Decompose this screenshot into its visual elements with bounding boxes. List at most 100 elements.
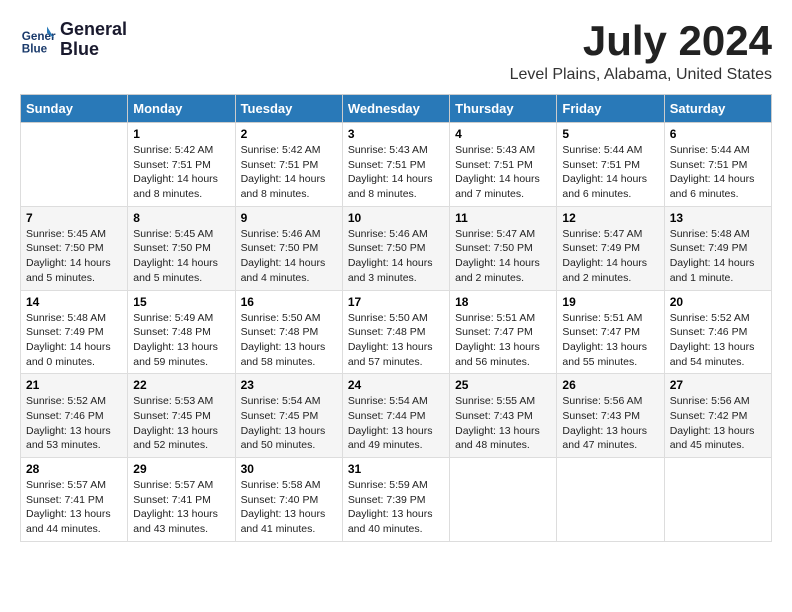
header-day: Monday: [128, 95, 235, 123]
day-number: 22: [133, 378, 229, 392]
day-info: Sunrise: 5:51 AM Sunset: 7:47 PM Dayligh…: [455, 311, 551, 370]
day-info: Sunrise: 5:46 AM Sunset: 7:50 PM Dayligh…: [348, 227, 444, 286]
day-number: 24: [348, 378, 444, 392]
header-day: Friday: [557, 95, 664, 123]
calendar-week-row: 1 Sunrise: 5:42 AM Sunset: 7:51 PM Daylig…: [21, 123, 772, 207]
calendar-cell: 18 Sunrise: 5:51 AM Sunset: 7:47 PM Dayli…: [450, 290, 557, 374]
calendar-cell: 23 Sunrise: 5:54 AM Sunset: 7:45 PM Dayli…: [235, 374, 342, 458]
title-block: July 2024 Level Plains, Alabama, United …: [510, 20, 772, 84]
calendar-cell: 10 Sunrise: 5:46 AM Sunset: 7:50 PM Dayli…: [342, 206, 449, 290]
header-day: Tuesday: [235, 95, 342, 123]
day-info: Sunrise: 5:58 AM Sunset: 7:40 PM Dayligh…: [241, 478, 337, 537]
svg-text:General: General: [22, 30, 56, 43]
day-info: Sunrise: 5:50 AM Sunset: 7:48 PM Dayligh…: [241, 311, 337, 370]
page-header: General Blue General Blue July 2024 Leve…: [20, 20, 772, 84]
logo-icon: General Blue: [20, 22, 56, 58]
day-info: Sunrise: 5:47 AM Sunset: 7:50 PM Dayligh…: [455, 227, 551, 286]
day-info: Sunrise: 5:55 AM Sunset: 7:43 PM Dayligh…: [455, 394, 551, 453]
day-number: 4: [455, 127, 551, 141]
calendar-cell: 21Sunrise: 5:52 AM Sunset: 7:46 PM Dayli…: [21, 374, 128, 458]
month-title: July 2024: [510, 20, 772, 62]
day-number: 9: [241, 211, 337, 225]
day-info: Sunrise: 5:56 AM Sunset: 7:43 PM Dayligh…: [562, 394, 658, 453]
day-info: Sunrise: 5:44 AM Sunset: 7:51 PM Dayligh…: [670, 143, 766, 202]
calendar-cell: 20 Sunrise: 5:52 AM Sunset: 7:46 PM Dayli…: [664, 290, 771, 374]
day-info: Sunrise: 5:43 AM Sunset: 7:51 PM Dayligh…: [455, 143, 551, 202]
day-info: Sunrise: 5:47 AM Sunset: 7:49 PM Dayligh…: [562, 227, 658, 286]
calendar-cell: 8Sunrise: 5:45 AM Sunset: 7:50 PM Daylig…: [128, 206, 235, 290]
day-number: 11: [455, 211, 551, 225]
calendar-cell: 5 Sunrise: 5:44 AM Sunset: 7:51 PM Daylig…: [557, 123, 664, 207]
day-info: Sunrise: 5:49 AM Sunset: 7:48 PM Dayligh…: [133, 311, 229, 370]
day-number: 20: [670, 295, 766, 309]
day-number: 10: [348, 211, 444, 225]
day-number: 14: [26, 295, 122, 309]
day-number: 1: [133, 127, 229, 141]
day-number: 3: [348, 127, 444, 141]
day-number: 8: [133, 211, 229, 225]
calendar-cell: 31 Sunrise: 5:59 AM Sunset: 7:39 PM Dayli…: [342, 458, 449, 542]
day-info: Sunrise: 5:46 AM Sunset: 7:50 PM Dayligh…: [241, 227, 337, 286]
calendar-cell: 15Sunrise: 5:49 AM Sunset: 7:48 PM Dayli…: [128, 290, 235, 374]
day-number: 27: [670, 378, 766, 392]
day-number: 6: [670, 127, 766, 141]
calendar-week-row: 28 Sunrise: 5:57 AM Sunset: 7:41 PM Dayli…: [21, 458, 772, 542]
day-info: Sunrise: 5:48 AM Sunset: 7:49 PM Dayligh…: [670, 227, 766, 286]
calendar-cell: 6 Sunrise: 5:44 AM Sunset: 7:51 PM Daylig…: [664, 123, 771, 207]
logo-text: General Blue: [60, 20, 127, 60]
calendar-cell: 2 Sunrise: 5:42 AM Sunset: 7:51 PM Daylig…: [235, 123, 342, 207]
day-number: 7: [26, 211, 122, 225]
day-info: Sunrise: 5:57 AM Sunset: 7:41 PM Dayligh…: [133, 478, 229, 537]
day-number: 17: [348, 295, 444, 309]
calendar-week-row: 7 Sunrise: 5:45 AM Sunset: 7:50 PM Daylig…: [21, 206, 772, 290]
calendar-cell: 1 Sunrise: 5:42 AM Sunset: 7:51 PM Daylig…: [128, 123, 235, 207]
calendar-cell: 11 Sunrise: 5:47 AM Sunset: 7:50 PM Dayli…: [450, 206, 557, 290]
day-info: Sunrise: 5:44 AM Sunset: 7:51 PM Dayligh…: [562, 143, 658, 202]
header-day: Sunday: [21, 95, 128, 123]
day-info: Sunrise: 5:42 AM Sunset: 7:51 PM Dayligh…: [241, 143, 337, 202]
calendar-cell: 19 Sunrise: 5:51 AM Sunset: 7:47 PM Dayli…: [557, 290, 664, 374]
day-info: Sunrise: 5:48 AM Sunset: 7:49 PM Dayligh…: [26, 311, 122, 370]
day-number: 29: [133, 462, 229, 476]
header-day: Saturday: [664, 95, 771, 123]
day-info: Sunrise: 5:42 AM Sunset: 7:51 PM Dayligh…: [133, 143, 229, 202]
day-info: Sunrise: 5:51 AM Sunset: 7:47 PM Dayligh…: [562, 311, 658, 370]
calendar-cell: 3 Sunrise: 5:43 AM Sunset: 7:51 PM Daylig…: [342, 123, 449, 207]
calendar-cell: 27 Sunrise: 5:56 AM Sunset: 7:42 PM Dayli…: [664, 374, 771, 458]
day-info: Sunrise: 5:54 AM Sunset: 7:44 PM Dayligh…: [348, 394, 444, 453]
day-info: Sunrise: 5:54 AM Sunset: 7:45 PM Dayligh…: [241, 394, 337, 453]
calendar-cell: [664, 458, 771, 542]
calendar-cell: 24 Sunrise: 5:54 AM Sunset: 7:44 PM Dayli…: [342, 374, 449, 458]
day-info: Sunrise: 5:52 AM Sunset: 7:46 PM Dayligh…: [670, 311, 766, 370]
day-number: 19: [562, 295, 658, 309]
day-number: 31: [348, 462, 444, 476]
day-info: Sunrise: 5:50 AM Sunset: 7:48 PM Dayligh…: [348, 311, 444, 370]
day-info: Sunrise: 5:45 AM Sunset: 7:50 PM Dayligh…: [26, 227, 122, 286]
calendar-cell: 28Sunrise: 5:57 AM Sunset: 7:41 PM Dayli…: [21, 458, 128, 542]
calendar-cell: 12 Sunrise: 5:47 AM Sunset: 7:49 PM Dayli…: [557, 206, 664, 290]
day-number: 5: [562, 127, 658, 141]
calendar-cell: 13Sunrise: 5:48 AM Sunset: 7:49 PM Dayli…: [664, 206, 771, 290]
svg-text:Blue: Blue: [22, 42, 48, 55]
day-info: Sunrise: 5:43 AM Sunset: 7:51 PM Dayligh…: [348, 143, 444, 202]
day-info: Sunrise: 5:56 AM Sunset: 7:42 PM Dayligh…: [670, 394, 766, 453]
calendar-cell: [450, 458, 557, 542]
calendar-cell: 14 Sunrise: 5:48 AM Sunset: 7:49 PM Dayli…: [21, 290, 128, 374]
logo: General Blue General Blue: [20, 20, 127, 60]
header-day: Thursday: [450, 95, 557, 123]
day-number: 28: [26, 462, 122, 476]
day-number: 26: [562, 378, 658, 392]
day-number: 23: [241, 378, 337, 392]
calendar-cell: 4 Sunrise: 5:43 AM Sunset: 7:51 PM Daylig…: [450, 123, 557, 207]
calendar-cell: [557, 458, 664, 542]
calendar-cell: 17 Sunrise: 5:50 AM Sunset: 7:48 PM Dayli…: [342, 290, 449, 374]
location: Level Plains, Alabama, United States: [510, 66, 772, 84]
day-number: 18: [455, 295, 551, 309]
calendar-cell: 30Sunrise: 5:58 AM Sunset: 7:40 PM Dayli…: [235, 458, 342, 542]
calendar-cell: 7 Sunrise: 5:45 AM Sunset: 7:50 PM Daylig…: [21, 206, 128, 290]
calendar-week-row: 14 Sunrise: 5:48 AM Sunset: 7:49 PM Dayli…: [21, 290, 772, 374]
day-info: Sunrise: 5:59 AM Sunset: 7:39 PM Dayligh…: [348, 478, 444, 537]
day-number: 25: [455, 378, 551, 392]
day-number: 12: [562, 211, 658, 225]
day-number: 2: [241, 127, 337, 141]
